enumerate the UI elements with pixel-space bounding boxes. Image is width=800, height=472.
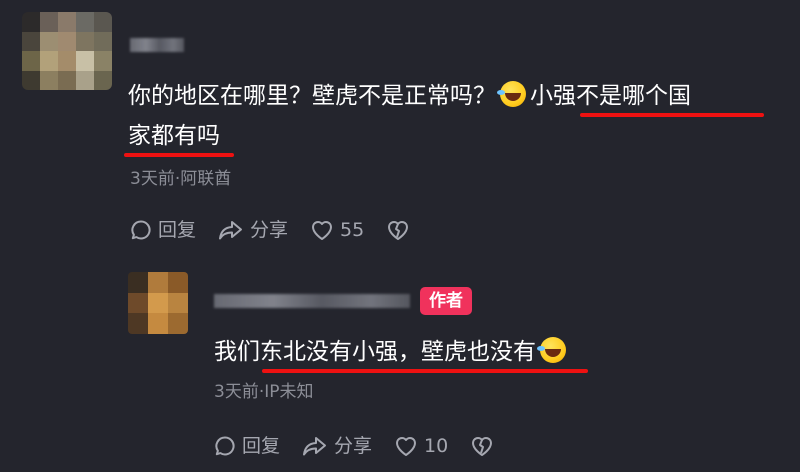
avatar[interactable]	[22, 12, 112, 90]
comment-text-segment: 你的地区在哪里？壁虎不是正常吗？	[128, 83, 496, 109]
rofl-emoji-icon	[497, 81, 526, 107]
broken-heart-icon	[472, 437, 493, 456]
comment-text-line: 你的地区在哪里？壁虎不是正常吗？ 小强不是哪个国	[128, 76, 691, 116]
comment-actions: 回复 分享 55	[130, 218, 438, 242]
username-redacted[interactable]	[214, 294, 410, 308]
red-underline-annotation	[124, 153, 234, 157]
share-label: 分享	[250, 219, 289, 241]
comment-actions: 回复 分享 10	[214, 434, 522, 458]
like-button[interactable]: 10	[394, 434, 448, 458]
username-redacted[interactable]	[130, 38, 184, 52]
author-badge: 作者	[420, 287, 472, 315]
comment-text-highlighted: 东北没有小强，壁虎也没有	[260, 339, 536, 365]
dislike-button[interactable]	[470, 435, 500, 457]
like-count: 10	[424, 435, 449, 457]
share-button[interactable]: 分享	[218, 218, 288, 242]
comment-text-highlighted: 家都有吗	[128, 123, 220, 149]
red-underline-annotation	[580, 113, 764, 117]
like-button[interactable]: 55	[310, 218, 364, 242]
reply-label: 回复	[158, 219, 197, 241]
comment-meta: 3天前·阿联酋	[130, 169, 232, 189]
broken-heart-icon	[388, 221, 409, 240]
share-button[interactable]: 分享	[302, 434, 372, 458]
reply-button[interactable]: 回复	[214, 434, 280, 458]
dislike-button[interactable]	[386, 219, 416, 241]
share-label: 分享	[334, 435, 373, 457]
share-arrow-icon	[219, 221, 243, 240]
reply-label: 回复	[242, 435, 281, 457]
comment-text-highlighted: 小强不是哪个国	[530, 83, 691, 109]
red-underline-annotation	[262, 369, 588, 373]
comment-meta: 3天前·IP未知	[214, 382, 314, 402]
comment-bubble-icon	[131, 220, 151, 240]
heart-icon	[396, 437, 417, 456]
avatar[interactable]	[128, 272, 188, 334]
comment-bubble-icon	[215, 436, 235, 456]
heart-icon	[312, 221, 333, 240]
comment-text-segment: 我们	[214, 339, 260, 365]
reply-button[interactable]: 回复	[130, 218, 196, 242]
rofl-emoji-icon	[537, 337, 566, 363]
like-count: 55	[340, 219, 365, 241]
comment-thread: 你的地区在哪里？壁虎不是正常吗？ 小强不是哪个国 家都有吗 3天前·阿联酋 回复 …	[0, 0, 800, 472]
comment-text-line: 我们东北没有小强，壁虎也没有	[214, 332, 570, 372]
share-arrow-icon	[303, 437, 327, 456]
comment-text-line: 家都有吗	[128, 116, 220, 156]
